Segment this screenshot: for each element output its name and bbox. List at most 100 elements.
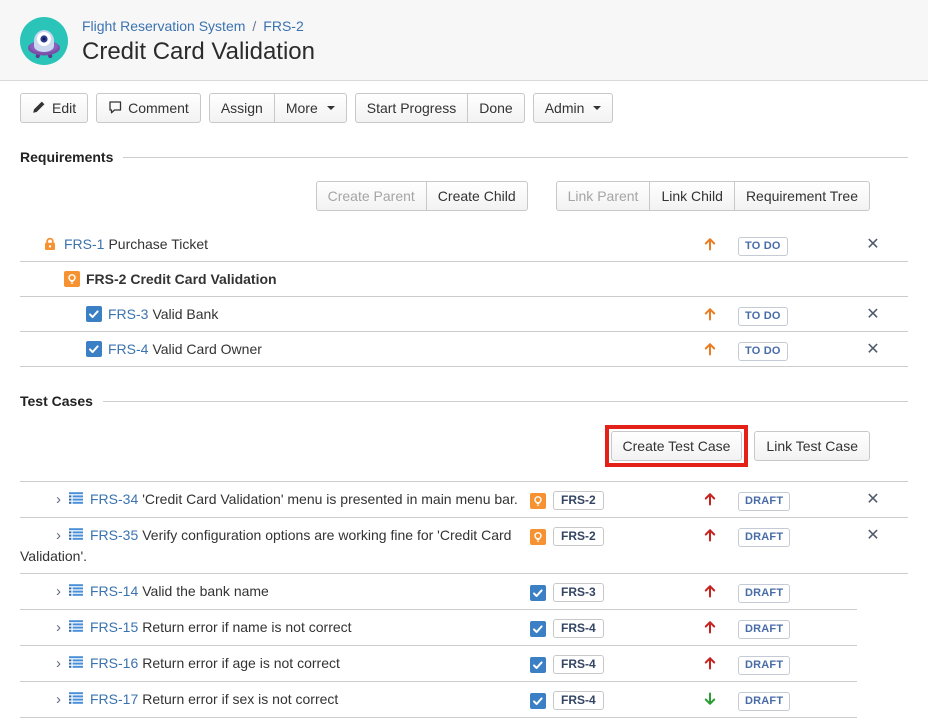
status-badge: TO DO <box>738 342 788 361</box>
linked-issue-badge[interactable]: FRS-2 <box>553 527 604 546</box>
assign-button[interactable]: Assign <box>209 93 275 123</box>
test-case-row-content: › FRS-34'Credit Card Validation' menu is … <box>20 482 530 517</box>
bulb-icon <box>530 493 546 509</box>
expand-chevron-icon[interactable]: › <box>56 526 61 546</box>
chevron-down-icon <box>327 106 335 110</box>
admin-dropdown-button[interactable]: Admin <box>533 93 614 123</box>
create-parent-button: Create Parent <box>316 181 427 211</box>
task-icon <box>530 693 546 709</box>
breadcrumb: Flight Reservation System/FRS-2 <box>82 16 315 36</box>
expand-chevron-icon[interactable]: › <box>56 582 61 602</box>
issue-key-link[interactable]: FRS-3 <box>108 306 148 322</box>
annotation-highlight-box: Create Test Case <box>605 425 749 467</box>
task-icon <box>530 657 546 673</box>
expand-chevron-icon[interactable]: › <box>56 490 61 510</box>
task-icon <box>86 341 102 357</box>
requirement-row-content: FRS-2 Credit Card Validation <box>20 262 530 296</box>
expand-chevron-icon[interactable]: › <box>56 690 61 710</box>
issue-key-link[interactable]: FRS-16 <box>90 655 138 671</box>
requirement-row: FRS-2 Credit Card Validation <box>20 262 908 297</box>
linked-issue-badge[interactable]: FRS-4 <box>553 691 604 710</box>
breadcrumb-project-link[interactable]: Flight Reservation System <box>82 18 245 34</box>
requirement-row-content: FRS-3Valid Bank <box>20 297 530 331</box>
linked-issue-badge[interactable]: FRS-2 <box>553 491 604 510</box>
issue-key-link[interactable]: FRS-17 <box>90 691 138 707</box>
link-test-case-button[interactable]: Link Test Case <box>754 431 870 461</box>
issue-summary: Return error if name is not correct <box>142 619 351 635</box>
task-icon <box>530 621 546 637</box>
edit-button[interactable]: Edit <box>20 93 88 123</box>
test-case-row: › FRS-14Valid the bank name FRS-3 DRAFT <box>20 574 908 610</box>
priority-up-red-icon <box>702 491 718 507</box>
issue-key-link[interactable]: FRS-14 <box>90 583 138 599</box>
testcase-icon <box>68 527 84 543</box>
status-badge: DRAFT <box>738 584 790 603</box>
issue-key-link[interactable]: FRS-35 <box>90 527 138 543</box>
close-icon[interactable]: ✕ <box>866 237 879 253</box>
toolbar: Edit Comment Assign More Start Progress … <box>0 81 928 123</box>
issue-header: Flight Reservation System/FRS-2 Credit C… <box>0 0 928 81</box>
header-text: Flight Reservation System/FRS-2 Credit C… <box>82 16 315 67</box>
close-icon[interactable]: ✕ <box>866 342 879 358</box>
start-progress-button[interactable]: Start Progress <box>355 93 468 123</box>
test-case-row-content: › FRS-15Return error if name is not corre… <box>20 610 530 645</box>
breadcrumb-issue-link[interactable]: FRS-2 <box>263 18 303 34</box>
status-badge: DRAFT <box>738 656 790 675</box>
requirement-row-content: FRS-4Valid Card Owner <box>20 332 530 366</box>
status-badge: DRAFT <box>738 620 790 639</box>
requirements-actions: Create Parent Create Child Link Parent L… <box>20 165 908 219</box>
requirements-table: FRS-1Purchase TicketTO DO✕FRS-2 Credit C… <box>20 227 908 367</box>
test-case-row: ›FRS-16Return error if age is not correc… <box>20 646 908 682</box>
testcase-icon <box>68 619 84 635</box>
requirement-row: FRS-3Valid BankTO DO✕ <box>20 297 908 332</box>
status-badge: TO DO <box>738 237 788 256</box>
test-case-row-content: ›FRS-17Return error if sex is not correc… <box>20 682 530 717</box>
comment-bubble-icon <box>108 100 122 117</box>
linked-issue-badge[interactable]: FRS-4 <box>553 619 604 638</box>
issue-summary: Valid the bank name <box>142 583 269 599</box>
test-case-row: › FRS-34'Credit Card Validation' menu is … <box>20 482 908 518</box>
bulb-icon <box>530 529 546 545</box>
test-case-row: › FRS-15Return error if name is not corre… <box>20 610 908 646</box>
requirement-tree-button[interactable]: Requirement Tree <box>734 181 870 211</box>
linked-requirement: FRS-4 <box>530 646 690 674</box>
more-dropdown-button[interactable]: More <box>274 93 347 123</box>
status-badge: DRAFT <box>738 492 790 511</box>
issue-key-link[interactable]: FRS-34 <box>90 491 138 507</box>
heading-rule <box>123 157 908 158</box>
comment-button[interactable]: Comment <box>96 93 201 123</box>
test-cases-heading: Test Cases <box>20 393 908 409</box>
testcase-icon <box>68 583 84 599</box>
linked-requirement: FRS-2 <box>530 518 690 546</box>
issue-summary: Valid Card Owner <box>152 341 261 357</box>
expand-chevron-icon[interactable]: › <box>56 654 61 674</box>
test-case-row-content: ›FRS-35Verify configuration options are … <box>20 518 530 573</box>
close-icon[interactable]: ✕ <box>866 492 879 508</box>
create-group: Create Parent Create Child <box>316 181 528 211</box>
issue-key-link[interactable]: FRS-1 <box>64 236 104 252</box>
priority-down-green-icon <box>702 691 718 707</box>
bulb-icon <box>64 271 80 287</box>
issue-key-link[interactable]: FRS-4 <box>108 341 148 357</box>
link-child-button[interactable]: Link Child <box>649 181 734 211</box>
close-icon[interactable]: ✕ <box>866 528 879 544</box>
project-avatar-icon <box>20 17 68 65</box>
test-case-row-content: ›FRS-16Return error if age is not correc… <box>20 646 530 681</box>
issue-key-link[interactable]: FRS-15 <box>90 619 138 635</box>
issue-summary: 'Credit Card Validation' menu is present… <box>142 491 518 507</box>
done-button[interactable]: Done <box>467 93 524 123</box>
close-icon[interactable]: ✕ <box>866 307 879 323</box>
task-icon <box>86 306 102 322</box>
expand-chevron-icon[interactable]: › <box>56 618 61 638</box>
current-issue-label: FRS-2 Credit Card Validation <box>86 271 277 287</box>
linked-requirement: FRS-3 <box>530 574 690 602</box>
issue-page: Flight Reservation System/FRS-2 Credit C… <box>0 0 928 724</box>
linked-issue-badge[interactable]: FRS-4 <box>553 655 604 674</box>
requirements-section: Requirements Create Parent Create Child … <box>0 149 928 367</box>
priority-up-orange-icon <box>702 306 718 322</box>
linked-issue-badge[interactable]: FRS-3 <box>553 583 604 602</box>
testcase-icon <box>68 491 84 507</box>
create-child-button[interactable]: Create Child <box>426 181 528 211</box>
priority-up-red-icon <box>702 583 718 599</box>
create-test-case-button[interactable]: Create Test Case <box>611 431 743 461</box>
